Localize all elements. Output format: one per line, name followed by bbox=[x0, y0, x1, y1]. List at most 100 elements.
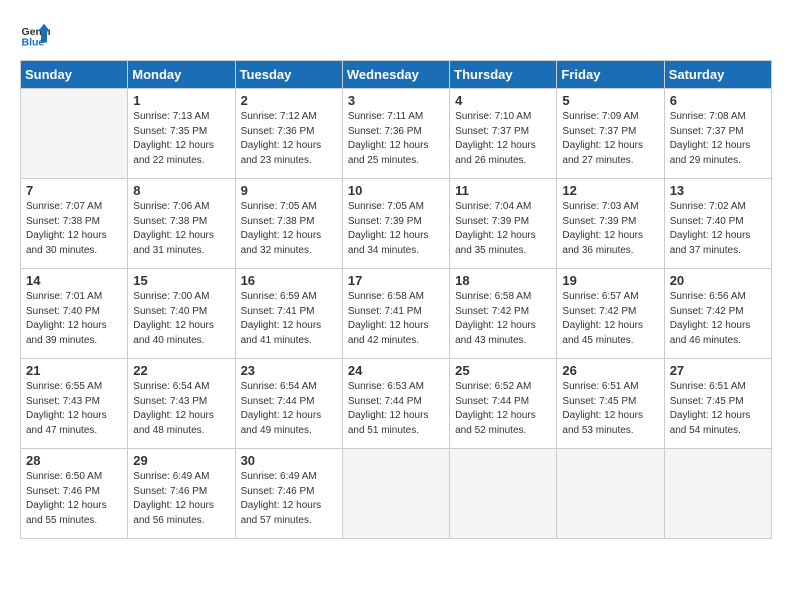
day-info: Sunrise: 6:49 AM Sunset: 7:46 PM Dayligh… bbox=[133, 470, 229, 528]
table-cell: 20 Sunrise: 6:56 AM Sunset: 7:42 PM Dayli… bbox=[664, 269, 771, 359]
table-cell: 6 Sunrise: 7:08 AM Sunset: 7:37 PM Daylig… bbox=[664, 89, 771, 179]
table-cell: 12 Sunrise: 7:03 AM Sunset: 7:39 PM Dayli… bbox=[557, 179, 664, 269]
header: General Blue bbox=[20, 20, 772, 50]
day-number: 28 bbox=[26, 453, 122, 468]
day-info: Sunrise: 7:09 AM Sunset: 7:37 PM Dayligh… bbox=[562, 110, 658, 168]
day-info: Sunrise: 7:01 AM Sunset: 7:40 PM Dayligh… bbox=[26, 290, 122, 348]
table-cell: 13 Sunrise: 7:02 AM Sunset: 7:40 PM Dayli… bbox=[664, 179, 771, 269]
day-number: 8 bbox=[133, 183, 229, 198]
table-cell bbox=[664, 449, 771, 539]
day-number: 15 bbox=[133, 273, 229, 288]
day-number: 11 bbox=[455, 183, 551, 198]
table-cell: 1Sunrise: 7:13 AM Sunset: 7:35 PM Daylig… bbox=[128, 89, 235, 179]
day-info: Sunrise: 6:49 AM Sunset: 7:46 PM Dayligh… bbox=[241, 470, 337, 528]
day-info: Sunrise: 6:59 AM Sunset: 7:41 PM Dayligh… bbox=[241, 290, 337, 348]
table-cell bbox=[450, 449, 557, 539]
table-cell: 25 Sunrise: 6:52 AM Sunset: 7:44 PM Dayli… bbox=[450, 359, 557, 449]
day-info: Sunrise: 7:10 AM Sunset: 7:37 PM Dayligh… bbox=[455, 110, 551, 168]
day-number: 1 bbox=[133, 93, 229, 108]
table-cell: 29 Sunrise: 6:49 AM Sunset: 7:46 PM Dayli… bbox=[128, 449, 235, 539]
day-info: Sunrise: 7:05 AM Sunset: 7:38 PM Dayligh… bbox=[241, 200, 337, 258]
table-cell: 4 Sunrise: 7:10 AM Sunset: 7:37 PM Daylig… bbox=[450, 89, 557, 179]
day-info: Sunrise: 6:53 AM Sunset: 7:44 PM Dayligh… bbox=[348, 380, 444, 438]
table-cell: 22Sunrise: 6:54 AM Sunset: 7:43 PM Dayli… bbox=[128, 359, 235, 449]
table-cell bbox=[342, 449, 449, 539]
day-info: Sunrise: 7:04 AM Sunset: 7:39 PM Dayligh… bbox=[455, 200, 551, 258]
day-number: 4 bbox=[455, 93, 551, 108]
day-info: Sunrise: 6:50 AM Sunset: 7:46 PM Dayligh… bbox=[26, 470, 122, 528]
day-number: 21 bbox=[26, 363, 122, 378]
day-info: Sunrise: 6:58 AM Sunset: 7:41 PM Dayligh… bbox=[348, 290, 444, 348]
col-monday: Monday bbox=[128, 61, 235, 89]
day-number: 26 bbox=[562, 363, 658, 378]
table-cell: 8 Sunrise: 7:06 AM Sunset: 7:38 PM Daylig… bbox=[128, 179, 235, 269]
table-cell: 19 Sunrise: 6:57 AM Sunset: 7:42 PM Dayli… bbox=[557, 269, 664, 359]
day-number: 29 bbox=[133, 453, 229, 468]
table-cell: 26 Sunrise: 6:51 AM Sunset: 7:45 PM Dayli… bbox=[557, 359, 664, 449]
day-info: Sunrise: 7:08 AM Sunset: 7:37 PM Dayligh… bbox=[670, 110, 766, 168]
col-sunday: Sunday bbox=[21, 61, 128, 89]
day-info: Sunrise: 6:52 AM Sunset: 7:44 PM Dayligh… bbox=[455, 380, 551, 438]
col-tuesday: Tuesday bbox=[235, 61, 342, 89]
day-info: Sunrise: 7:06 AM Sunset: 7:38 PM Dayligh… bbox=[133, 200, 229, 258]
day-info: Sunrise: 6:51 AM Sunset: 7:45 PM Dayligh… bbox=[562, 380, 658, 438]
day-info: Sunrise: 7:12 AM Sunset: 7:36 PM Dayligh… bbox=[241, 110, 337, 168]
day-number: 13 bbox=[670, 183, 766, 198]
day-info: Sunrise: 6:57 AM Sunset: 7:42 PM Dayligh… bbox=[562, 290, 658, 348]
day-info: Sunrise: 7:03 AM Sunset: 7:39 PM Dayligh… bbox=[562, 200, 658, 258]
table-cell: 7 Sunrise: 7:07 AM Sunset: 7:38 PM Daylig… bbox=[21, 179, 128, 269]
day-number: 7 bbox=[26, 183, 122, 198]
table-cell bbox=[557, 449, 664, 539]
day-info: Sunrise: 7:07 AM Sunset: 7:38 PM Dayligh… bbox=[26, 200, 122, 258]
col-thursday: Thursday bbox=[450, 61, 557, 89]
table-cell: 10 Sunrise: 7:05 AM Sunset: 7:39 PM Dayli… bbox=[342, 179, 449, 269]
table-cell: 18Sunrise: 6:58 AM Sunset: 7:42 PM Dayli… bbox=[450, 269, 557, 359]
day-info: Sunrise: 6:51 AM Sunset: 7:45 PM Dayligh… bbox=[670, 380, 766, 438]
table-cell: 17 Sunrise: 6:58 AM Sunset: 7:41 PM Dayli… bbox=[342, 269, 449, 359]
day-number: 2 bbox=[241, 93, 337, 108]
table-cell: 30 Sunrise: 6:49 AM Sunset: 7:46 PM Dayli… bbox=[235, 449, 342, 539]
table-cell: 21 Sunrise: 6:55 AM Sunset: 7:43 PM Dayli… bbox=[21, 359, 128, 449]
day-info: Sunrise: 7:02 AM Sunset: 7:40 PM Dayligh… bbox=[670, 200, 766, 258]
table-cell: 15 Sunrise: 7:00 AM Sunset: 7:40 PM Dayli… bbox=[128, 269, 235, 359]
day-number: 3 bbox=[348, 93, 444, 108]
table-cell: 16 Sunrise: 6:59 AM Sunset: 7:41 PM Dayli… bbox=[235, 269, 342, 359]
calendar-header: Sunday Monday Tuesday Wednesday Thursday… bbox=[21, 61, 772, 89]
day-number: 19 bbox=[562, 273, 658, 288]
logo: General Blue bbox=[20, 20, 54, 50]
table-cell: 14 Sunrise: 7:01 AM Sunset: 7:40 PM Dayli… bbox=[21, 269, 128, 359]
table-cell bbox=[21, 89, 128, 179]
day-number: 27 bbox=[670, 363, 766, 378]
table-cell: 23Sunrise: 6:54 AM Sunset: 7:44 PM Dayli… bbox=[235, 359, 342, 449]
day-number: 9 bbox=[241, 183, 337, 198]
logo-icon: General Blue bbox=[20, 20, 50, 50]
day-info: Sunrise: 6:58 AM Sunset: 7:42 PM Dayligh… bbox=[455, 290, 551, 348]
col-saturday: Saturday bbox=[664, 61, 771, 89]
table-cell: 11 Sunrise: 7:04 AM Sunset: 7:39 PM Dayli… bbox=[450, 179, 557, 269]
day-number: 12 bbox=[562, 183, 658, 198]
day-info: Sunrise: 6:56 AM Sunset: 7:42 PM Dayligh… bbox=[670, 290, 766, 348]
day-number: 24 bbox=[348, 363, 444, 378]
col-friday: Friday bbox=[557, 61, 664, 89]
day-info: Sunrise: 6:55 AM Sunset: 7:43 PM Dayligh… bbox=[26, 380, 122, 438]
svg-text:Blue: Blue bbox=[22, 37, 45, 49]
day-number: 16 bbox=[241, 273, 337, 288]
day-number: 14 bbox=[26, 273, 122, 288]
day-number: 20 bbox=[670, 273, 766, 288]
day-number: 25 bbox=[455, 363, 551, 378]
day-info: Sunrise: 7:05 AM Sunset: 7:39 PM Dayligh… bbox=[348, 200, 444, 258]
day-number: 30 bbox=[241, 453, 337, 468]
calendar-body: 1Sunrise: 7:13 AM Sunset: 7:35 PM Daylig… bbox=[21, 89, 772, 539]
table-cell: 27 Sunrise: 6:51 AM Sunset: 7:45 PM Dayli… bbox=[664, 359, 771, 449]
day-info: Sunrise: 7:00 AM Sunset: 7:40 PM Dayligh… bbox=[133, 290, 229, 348]
table-cell: 3 Sunrise: 7:11 AM Sunset: 7:36 PM Daylig… bbox=[342, 89, 449, 179]
day-number: 6 bbox=[670, 93, 766, 108]
day-info: Sunrise: 6:54 AM Sunset: 7:44 PM Dayligh… bbox=[241, 380, 337, 438]
day-number: 17 bbox=[348, 273, 444, 288]
table-cell: 24 Sunrise: 6:53 AM Sunset: 7:44 PM Dayli… bbox=[342, 359, 449, 449]
day-number: 10 bbox=[348, 183, 444, 198]
day-info: Sunrise: 7:11 AM Sunset: 7:36 PM Dayligh… bbox=[348, 110, 444, 168]
calendar-table: Sunday Monday Tuesday Wednesday Thursday… bbox=[20, 60, 772, 539]
day-number: 22 bbox=[133, 363, 229, 378]
table-cell: 9 Sunrise: 7:05 AM Sunset: 7:38 PM Daylig… bbox=[235, 179, 342, 269]
